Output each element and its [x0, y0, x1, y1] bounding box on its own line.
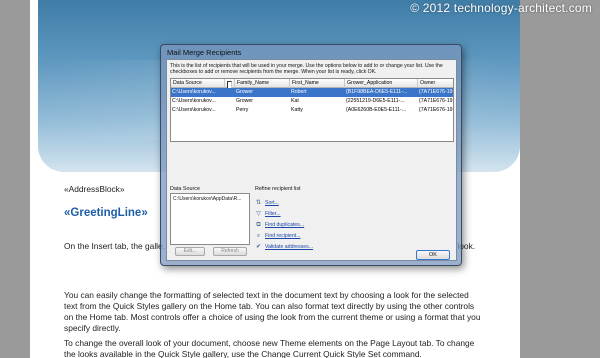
table-row[interactable]: C:\Users\korukov... ✔ Grower Kat {225512… [171, 97, 454, 106]
address-block-field[interactable]: «AddressBlock» [64, 184, 125, 195]
filter-icon: ▽ [256, 211, 261, 217]
cell-first-name: Kat [291, 98, 299, 104]
cell-data-source: C:\Users\korukov... [172, 98, 216, 104]
column-header-first-name[interactable]: First_Name [291, 79, 345, 88]
cell-grower-application: {22551219-D6E5-E111-... [346, 98, 405, 104]
refresh-button[interactable]: Refresh [213, 247, 247, 256]
cell-grower-application: {B1F98BEA-D6E5-E111-... [346, 89, 408, 95]
validate-addresses-icon: ✔ [255, 244, 262, 250]
greeting-line-field[interactable]: «GreetingLine» [64, 207, 148, 219]
dialog-body: This is the list of recipients that will… [166, 59, 457, 261]
data-source-list[interactable]: C:\Users\korukov\AppData\R... [170, 193, 250, 245]
find-duplicates-link-label[interactable]: Find duplicates... [265, 222, 304, 229]
sort-icon: ⇅ [255, 200, 262, 206]
body-paragraph-3: To change the overall look of your docum… [64, 338, 475, 358]
recipients-table: Data Source Family_Name First_Name Growe… [170, 78, 454, 142]
refine-recipient-list-label: Refine recipient list [255, 186, 301, 192]
watermark: © 2012 technology-architect.com [410, 1, 592, 15]
cell-family-name: Grower [236, 89, 254, 95]
cell-owner: {7A71E676-19... [419, 98, 454, 104]
sort-link-label[interactable]: Sort... [265, 200, 279, 207]
dialog-title: Mail Merge Recipients [167, 48, 242, 57]
column-header-owner[interactable]: Owner [419, 79, 453, 88]
column-header-checkbox[interactable] [226, 79, 235, 88]
cell-data-source: C:\Users\korukov... [172, 107, 216, 113]
cell-data-source: C:\Users\korukov... [172, 89, 216, 95]
dialog-instructions: This is the list of recipients that will… [170, 63, 443, 76]
find-duplicates-icon: ⧉ [256, 222, 261, 228]
cell-first-name: Katty [291, 107, 303, 113]
column-header-family-name[interactable]: Family_Name [236, 79, 290, 88]
cell-owner: {7A71E676-19... [419, 107, 454, 113]
mail-merge-recipients-dialog: Mail Merge Recipients This is the list o… [160, 44, 462, 266]
table-row[interactable]: C:\Users\korukov... ✔ Perry Katty {A0E62… [171, 106, 454, 115]
cell-owner: {7A71E676-19... [419, 89, 454, 95]
validate-addresses-link-label[interactable]: Validate addresses... [265, 244, 313, 251]
find-recipient-icon: ⌕ [256, 233, 261, 239]
cell-family-name: Perry [236, 107, 249, 113]
table-header: Data Source Family_Name First_Name Growe… [171, 79, 453, 88]
column-header-grower-application[interactable]: Grower_Application [346, 79, 418, 88]
body-paragraph-2: You can easily change the formatting of … [64, 290, 481, 333]
cell-grower-application: {A0E6260B-E0E5-E111-... [346, 107, 407, 113]
cell-family-name: Grower [236, 98, 254, 104]
find-recipient-link-label[interactable]: Find recipient... [265, 233, 300, 240]
ok-button[interactable]: OK [416, 250, 450, 260]
filter-link-label[interactable]: Filter... [265, 211, 281, 218]
cell-first-name: Robert [291, 89, 307, 95]
data-source-item[interactable]: C:\Users\korukov\AppData\R... [173, 196, 241, 202]
select-all-checkbox[interactable] [227, 80, 232, 88]
data-source-label: Data Source [170, 186, 200, 192]
column-header-data-source[interactable]: Data Source [172, 79, 225, 88]
table-row[interactable]: C:\Users\korukov... ✔ Grower Robert {B1F… [171, 88, 454, 97]
edit-button[interactable]: Edit... [175, 247, 205, 256]
